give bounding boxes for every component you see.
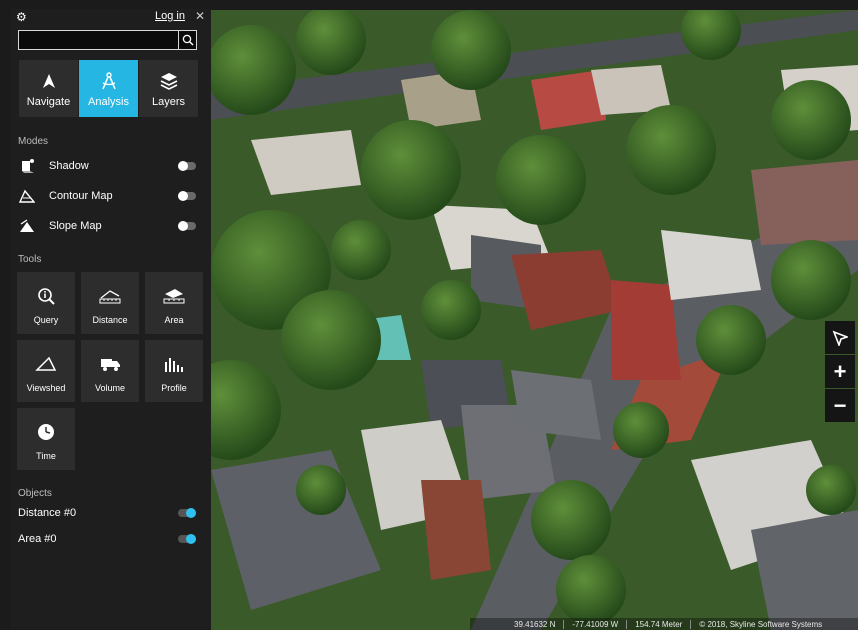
zoom-in-button[interactable]: + (825, 355, 855, 388)
tool-label: Time (36, 451, 56, 461)
main-tabs: Navigate Analysis Layers (19, 60, 198, 117)
tool-distance[interactable]: Distance (81, 272, 139, 334)
object-label: Distance #0 (18, 507, 77, 519)
tab-label: Layers (151, 96, 186, 108)
search-icon (182, 34, 194, 46)
map-nav-controls: + − (825, 321, 855, 422)
analysis-panel: ⚙ Log in ✕ Navigate Analysis Layers Mode… (11, 9, 211, 629)
tool-label: Viewshed (26, 383, 66, 393)
panel-topbar: ⚙ Log in ✕ (11, 9, 211, 25)
object-label: Area #0 (18, 533, 57, 545)
profile-icon (163, 354, 185, 374)
mode-shadow[interactable]: Shadow (18, 156, 198, 176)
mode-contour-map[interactable]: Contour Map (18, 186, 198, 206)
distance-icon (99, 286, 121, 306)
contour-map-icon (18, 188, 36, 204)
contour-map-toggle[interactable] (178, 191, 196, 201)
mode-label: Contour Map (49, 190, 113, 202)
close-icon[interactable]: ✕ (195, 9, 205, 23)
map-view[interactable] (211, 10, 858, 630)
objects-heading: Objects (18, 488, 52, 499)
area-icon (163, 286, 185, 306)
query-icon (37, 286, 55, 306)
tool-area[interactable]: Area (145, 272, 203, 334)
plus-icon: + (833, 358, 847, 384)
longitude-readout: -77.41009 W (563, 619, 626, 629)
minus-icon: − (833, 392, 847, 418)
tool-volume[interactable]: Volume (81, 340, 139, 402)
slope-map-toggle[interactable] (178, 221, 196, 231)
navigate-arrow-icon (41, 72, 57, 90)
tool-profile[interactable]: Profile (145, 340, 203, 402)
area-object-toggle[interactable] (178, 534, 196, 544)
volume-icon (99, 354, 121, 374)
distance-object-toggle[interactable] (178, 508, 196, 518)
slope-map-icon (18, 218, 36, 234)
shadow-toggle[interactable] (178, 161, 196, 171)
gear-icon[interactable]: ⚙ (16, 10, 27, 24)
object-distance[interactable]: Distance #0 (18, 505, 198, 521)
search-button[interactable] (178, 31, 196, 49)
tab-analysis[interactable]: Analysis (79, 60, 138, 117)
zoom-out-button[interactable]: − (825, 389, 855, 422)
object-area[interactable]: Area #0 (18, 531, 198, 547)
tab-navigate[interactable]: Navigate (19, 60, 78, 117)
viewshed-icon (35, 354, 57, 374)
tool-label: Query (33, 315, 59, 325)
tools-heading: Tools (18, 254, 42, 265)
copyright-text: © 2018, Skyline Software Systems (690, 619, 830, 629)
tool-label: Volume (94, 383, 126, 393)
altitude-readout: 154.74 Meter (626, 619, 690, 629)
shadow-icon (18, 158, 36, 174)
tools-grid: Query Distance Area Viewshed Volume Prof… (17, 272, 203, 470)
tool-label: Area (164, 315, 184, 325)
search-box (18, 30, 197, 50)
mode-label: Slope Map (49, 220, 102, 232)
tool-viewshed[interactable]: Viewshed (17, 340, 75, 402)
mode-slope-map[interactable]: Slope Map (18, 216, 198, 236)
tool-query[interactable]: Query (17, 272, 75, 334)
aerial-3d-scene (211, 10, 858, 630)
compass-icon (100, 72, 118, 90)
tool-label: Distance (92, 315, 128, 325)
status-bar: 39.41632 N -77.41009 W 154.74 Meter © 20… (470, 618, 858, 630)
cursor-arrow-icon (832, 330, 848, 346)
tab-label: Navigate (26, 96, 71, 108)
latitude-readout: 39.41632 N (514, 619, 556, 629)
layers-icon (160, 72, 178, 90)
tool-time[interactable]: Time (17, 408, 75, 470)
clock-icon (37, 422, 55, 442)
modes-heading: Modes (18, 136, 49, 147)
mode-label: Shadow (49, 160, 89, 172)
north-arrow-button[interactable] (825, 321, 855, 354)
login-link[interactable]: Log in (155, 10, 185, 22)
tab-label: Analysis (88, 96, 129, 108)
tab-layers[interactable]: Layers (139, 60, 198, 117)
tool-label: Profile (161, 383, 187, 393)
search-input[interactable] (19, 33, 187, 49)
